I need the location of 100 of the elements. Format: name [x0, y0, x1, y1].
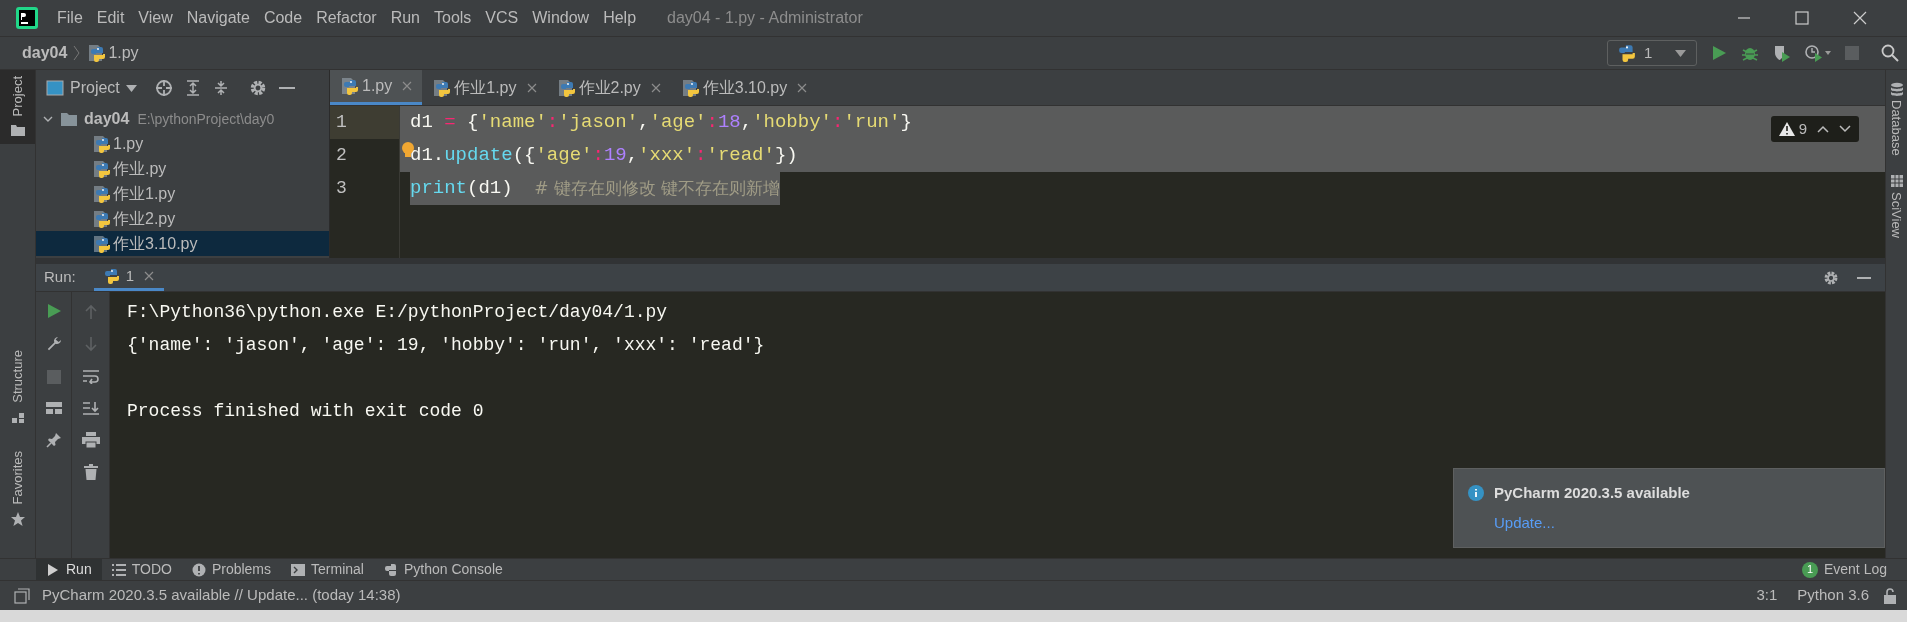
tool-window-button[interactable]: Database [1886, 82, 1907, 156]
tree-item[interactable]: 作业3.10.py [36, 231, 329, 256]
layout-icon[interactable] [45, 402, 62, 414]
close-icon[interactable] [144, 271, 155, 281]
app-logo-icon [16, 7, 38, 29]
tree-item[interactable]: 作业.py [36, 156, 329, 181]
menu-item[interactable]: Run [383, 6, 427, 30]
minimize-icon[interactable] [278, 86, 295, 90]
panel-icon[interactable] [14, 587, 30, 604]
update-link[interactable]: Update... [1494, 512, 1555, 535]
python-icon [383, 562, 398, 577]
python-file-icon [92, 159, 110, 178]
console-line: F:\Python36\python.exe E:/pythonProject/day04/1.py [127, 301, 668, 324]
run-icon[interactable] [46, 304, 61, 318]
editor-tab[interactable]: 作业2.py [546, 70, 671, 105]
code-line: d1.update({'age':19,'xxx':'read'}) [410, 143, 798, 169]
grid-icon [1889, 173, 1904, 188]
alert-icon [191, 562, 206, 577]
locate-icon[interactable] [154, 79, 173, 97]
chevron-down-icon[interactable] [1839, 125, 1851, 133]
console-line: Process finished with exit code 0 [127, 400, 484, 423]
profiler-icon[interactable] [1805, 44, 1831, 62]
python-file-icon [103, 268, 120, 284]
line-number: 1 [336, 111, 347, 134]
python-file-icon [432, 78, 451, 97]
python-file-icon [556, 78, 575, 97]
cursor-position[interactable]: 3:1 [1756, 584, 1778, 607]
python-file-icon [340, 77, 358, 95]
run-icon[interactable] [1711, 45, 1727, 61]
chevron-up-icon[interactable] [1817, 125, 1829, 133]
print-icon[interactable] [81, 432, 100, 448]
play-icon [46, 562, 60, 577]
shield-run-icon[interactable] [1773, 44, 1791, 62]
close-icon[interactable] [650, 82, 661, 93]
menu-item[interactable]: Refactor [309, 6, 384, 30]
collapse-all-icon[interactable] [212, 80, 229, 96]
arrow-down-icon [83, 336, 98, 352]
count-badge: 1 [1801, 561, 1818, 578]
tree-item[interactable]: 作业2.py [36, 206, 329, 231]
tool-window-tab[interactable]: TODO [101, 559, 182, 580]
menu-item[interactable]: View [131, 6, 180, 30]
notification-title: PyCharm 2020.3.5 available [1494, 482, 1690, 503]
star-icon [9, 510, 26, 527]
project-view-dropdown[interactable]: Project [46, 76, 137, 100]
tool-window-button[interactable]: Project [0, 70, 35, 145]
menu-item[interactable]: VCS [478, 6, 526, 30]
expand-all-icon[interactable] [184, 80, 201, 96]
menu-item[interactable]: Code [256, 6, 310, 30]
scroll-to-end-icon[interactable] [81, 400, 100, 416]
tool-window-tab[interactable]: Run [36, 559, 102, 580]
stop-icon [46, 370, 61, 384]
maximize-icon[interactable] [1795, 11, 1809, 25]
menu-item[interactable]: Tools [427, 6, 479, 30]
tool-window-tab[interactable]: Python Console [373, 559, 513, 580]
python-file-icon [680, 78, 699, 97]
menu-item[interactable]: File [50, 6, 90, 30]
tool-window-button[interactable]: SciView [1886, 173, 1907, 238]
folder-icon [9, 122, 26, 139]
terminal-icon [291, 562, 306, 577]
python-file-icon [87, 44, 106, 62]
pin-icon[interactable] [45, 432, 62, 448]
interpreter-label[interactable]: Python 3.6 [1797, 584, 1869, 607]
settings-icon[interactable] [248, 79, 267, 97]
tool-window-tab[interactable]: Terminal [281, 559, 374, 580]
code-line: d1 = {'name':'jason','age':18,'hobby':'run'} [410, 110, 912, 136]
close-icon[interactable] [797, 82, 808, 93]
info-icon [1468, 484, 1484, 501]
settings-icon[interactable] [1823, 269, 1839, 286]
tool-window-button[interactable]: Structure [7, 344, 28, 432]
menu-item[interactable]: Help [596, 6, 644, 30]
breadcrumb-item[interactable]: day04 [22, 41, 68, 65]
folder-icon [60, 110, 78, 127]
editor-tab[interactable]: 作业1.py [422, 70, 547, 105]
tree-item[interactable]: 作业1.py [36, 181, 329, 206]
editor-tab[interactable]: 1.py [330, 70, 423, 105]
event-log-button[interactable]: 1 Event Log [1801, 559, 1887, 580]
python-file-icon [92, 209, 110, 228]
list-icon [111, 562, 126, 577]
menu-item[interactable]: Window [525, 6, 597, 30]
soft-wrap-icon[interactable] [81, 368, 100, 384]
editor-tab[interactable]: 作业3.10.py [670, 70, 818, 105]
search-icon[interactable] [1881, 44, 1899, 62]
close-icon[interactable] [526, 82, 537, 93]
panel-title: Run: [44, 267, 76, 288]
console-line: {'name': 'jason', 'age': 19, 'hobby': 'run', 'xxx': 'read'} [127, 334, 765, 357]
trash-icon[interactable] [83, 464, 98, 480]
tool-window-button[interactable]: Favorites [7, 445, 28, 533]
breadcrumb-item[interactable]: 1.py [108, 41, 139, 65]
close-icon[interactable] [1853, 11, 1867, 25]
line-number: 2 [336, 144, 347, 167]
tree-item[interactable]: 1.py [36, 131, 329, 156]
run-config-dropdown[interactable]: 1 [1607, 40, 1697, 66]
lock-icon[interactable] [1883, 587, 1897, 604]
window-title: day04 - 1.py - Administrator [667, 8, 863, 28]
menu-item[interactable]: Edit [89, 6, 132, 30]
tree-item[interactable]: day04 E:\pythonProject\day0 [36, 106, 329, 131]
menu-item[interactable]: Navigate [179, 6, 257, 30]
tool-window-tab[interactable]: Problems [181, 559, 282, 580]
wrench-icon[interactable] [45, 336, 62, 352]
panel-icon [46, 80, 64, 96]
